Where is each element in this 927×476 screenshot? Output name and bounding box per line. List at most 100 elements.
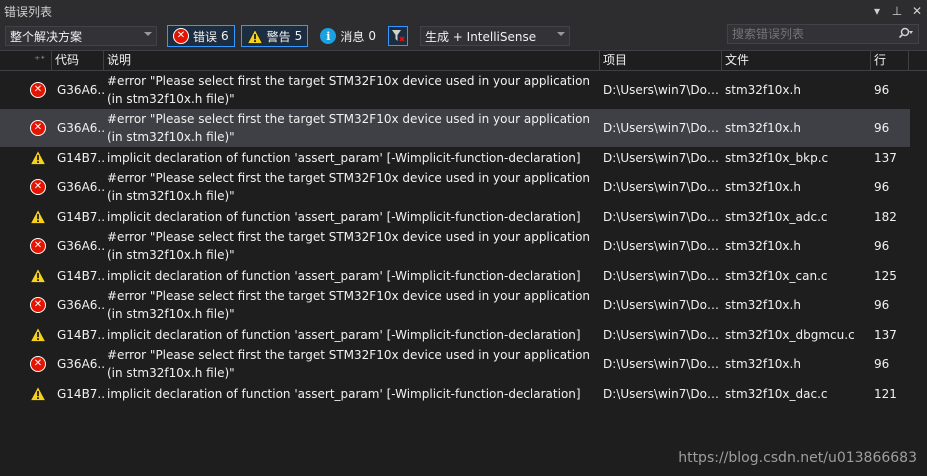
search-box[interactable] bbox=[727, 24, 919, 44]
table-row[interactable]: G14B7... implicit declaration of function… bbox=[0, 206, 910, 227]
file-cell: stm32f10x.h bbox=[725, 83, 801, 97]
table-row[interactable]: G14B7... implicit declaration of function… bbox=[0, 265, 910, 286]
line-cell: 96 bbox=[874, 121, 890, 135]
vertical-scrollbar[interactable] bbox=[910, 71, 927, 407]
table-row[interactable]: ✕ G36A6... #error "Please select first the… bbox=[0, 345, 910, 383]
description-cell: implicit declaration of function 'assert… bbox=[107, 150, 581, 165]
table-row[interactable]: ✕ G36A6... #error "Please select first the… bbox=[0, 109, 910, 147]
code-cell: G14B7... bbox=[57, 268, 104, 283]
file-cell: stm32f10x.h bbox=[725, 298, 801, 312]
line-cell: 96 bbox=[874, 180, 890, 194]
file-cell: stm32f10x_dbgmcu.c bbox=[725, 327, 855, 342]
table-row[interactable]: ✕ G36A6... #error "Please select first the… bbox=[0, 286, 910, 324]
warning-icon bbox=[30, 150, 46, 165]
code-cell: G14B7... bbox=[57, 386, 104, 401]
window-title: 错误列表 bbox=[4, 4, 53, 19]
build-source-dropdown[interactable]: 生成 + IntelliSense bbox=[419, 26, 570, 46]
warning-icon bbox=[30, 327, 46, 342]
severity-cell: ✕ bbox=[0, 356, 52, 372]
description-cell: implicit declaration of function 'assert… bbox=[107, 209, 581, 224]
description-cell: #error "Please select first the target S… bbox=[107, 348, 591, 380]
file-cell: stm32f10x.h bbox=[725, 180, 801, 194]
severity-cell bbox=[0, 386, 52, 401]
filter-toggle-button[interactable] bbox=[387, 26, 408, 46]
severity-cell bbox=[0, 327, 52, 342]
table-row[interactable]: G14B7... implicit declaration of function… bbox=[0, 383, 910, 404]
warning-icon bbox=[30, 209, 46, 224]
column-header-line[interactable]: 行 bbox=[871, 51, 909, 70]
project-cell: D:\Users\win7\Doc... bbox=[603, 357, 722, 371]
line-cell: 121 bbox=[874, 386, 897, 401]
error-list: ✕ G36A6... #error "Please select first the… bbox=[0, 71, 910, 404]
messages-label: 消息 bbox=[340, 29, 365, 44]
close-icon[interactable]: ✕ bbox=[907, 4, 927, 18]
build-source-value: 生成 + IntelliSense bbox=[424, 29, 537, 44]
description-cell: implicit declaration of function 'assert… bbox=[107, 327, 581, 342]
error-icon: ✕ bbox=[173, 28, 189, 44]
table-row[interactable]: G14B7... implicit declaration of function… bbox=[0, 147, 910, 168]
warning-icon bbox=[246, 28, 263, 44]
file-cell: stm32f10x.h bbox=[725, 357, 801, 371]
code-cell: G36A6... bbox=[57, 239, 104, 253]
column-header-project[interactable]: 项目 bbox=[600, 51, 722, 70]
error-icon: ✕ bbox=[30, 179, 46, 195]
line-cell: 96 bbox=[874, 298, 890, 312]
code-cell: G36A6... bbox=[57, 298, 104, 312]
error-icon: ✕ bbox=[30, 356, 46, 372]
warnings-label: 警告 bbox=[266, 29, 291, 44]
code-cell: G14B7... bbox=[57, 209, 104, 224]
project-cell: D:\Users\win7\Doc... bbox=[603, 268, 722, 283]
description-cell: #error "Please select first the target S… bbox=[107, 74, 591, 106]
table-row[interactable]: ✕ G36A6... #error "Please select first the… bbox=[0, 227, 910, 265]
table-row[interactable]: ✕ G36A6... #error "Please select first the… bbox=[0, 71, 910, 109]
severity-cell: ✕ bbox=[0, 179, 52, 195]
scope-dropdown[interactable]: 整个解决方案 bbox=[5, 26, 157, 46]
project-cell: D:\Users\win7\Doc... bbox=[603, 180, 722, 194]
messages-filter-button[interactable]: i 消息 0 bbox=[314, 25, 382, 47]
column-header-code[interactable]: 代码 bbox=[52, 51, 104, 70]
project-cell: D:\Users\win7\Doc... bbox=[603, 150, 722, 165]
description-cell: implicit declaration of function 'assert… bbox=[107, 386, 581, 401]
sort-column-header[interactable]: ⁺ᐩ bbox=[0, 51, 52, 70]
chevron-down-icon bbox=[556, 32, 565, 36]
error-icon: ✕ bbox=[30, 120, 46, 136]
project-cell: D:\Users\win7\Doc... bbox=[603, 386, 722, 401]
column-header-file[interactable]: 文件 bbox=[722, 51, 871, 70]
search-icon[interactable] bbox=[894, 27, 918, 42]
error-icon: ✕ bbox=[30, 297, 46, 313]
code-cell: G36A6... bbox=[57, 121, 104, 135]
severity-cell: ✕ bbox=[0, 238, 52, 254]
warnings-filter-button[interactable]: 警告 5 bbox=[240, 25, 309, 47]
code-cell: G36A6... bbox=[57, 83, 104, 97]
line-cell: 137 bbox=[874, 150, 897, 165]
pin-icon[interactable]: ⊥ bbox=[887, 4, 907, 18]
description-cell: #error "Please select first the target S… bbox=[107, 112, 591, 144]
errors-count: 6 bbox=[221, 29, 229, 43]
description-cell: #error "Please select first the target S… bbox=[107, 230, 591, 262]
line-cell: 96 bbox=[874, 239, 890, 253]
project-cell: D:\Users\win7\Doc... bbox=[603, 327, 722, 342]
table-row[interactable]: ✕ G36A6... #error "Please select first the… bbox=[0, 168, 910, 206]
dropdown-icon[interactable]: ▾ bbox=[867, 4, 887, 18]
watermark: https://blog.csdn.net/u013866683 bbox=[678, 450, 917, 466]
severity-cell bbox=[0, 150, 52, 165]
code-cell: G36A6... bbox=[57, 180, 104, 194]
severity-cell: ✕ bbox=[0, 82, 52, 98]
line-cell: 96 bbox=[874, 357, 890, 371]
file-cell: stm32f10x_can.c bbox=[725, 268, 828, 283]
errors-filter-button[interactable]: ✕ 错误 6 bbox=[167, 25, 235, 47]
line-cell: 96 bbox=[874, 83, 890, 97]
errors-label: 错误 bbox=[193, 29, 218, 44]
search-input[interactable] bbox=[728, 26, 894, 42]
line-cell: 182 bbox=[874, 209, 897, 224]
severity-cell bbox=[0, 268, 52, 283]
column-header-description[interactable]: 说明 bbox=[104, 51, 600, 70]
title-bar: 错误列表 ▾ ⊥ ✕ bbox=[0, 0, 927, 22]
project-cell: D:\Users\win7\Doc... bbox=[603, 209, 722, 224]
filter-icon bbox=[391, 30, 405, 42]
severity-cell bbox=[0, 209, 52, 224]
table-row[interactable]: G14B7... implicit declaration of function… bbox=[0, 324, 910, 345]
line-cell: 137 bbox=[874, 327, 897, 342]
messages-count: 0 bbox=[368, 29, 376, 43]
file-cell: stm32f10x_bkp.c bbox=[725, 150, 829, 165]
